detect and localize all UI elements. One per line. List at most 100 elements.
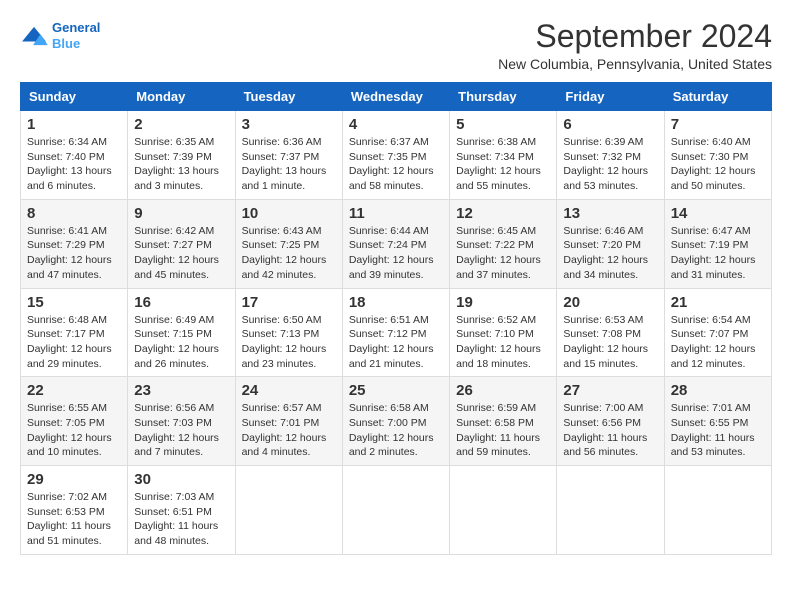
- day-info: Sunrise: 6:52 AMSunset: 7:10 PMDaylight:…: [456, 313, 550, 372]
- header-friday: Friday: [557, 83, 664, 111]
- day-info: Sunrise: 6:40 AMSunset: 7:30 PMDaylight:…: [671, 135, 765, 194]
- day-number: 24: [242, 382, 336, 399]
- day-cell: 16 Sunrise: 6:49 AMSunset: 7:15 PMDayligh…: [128, 288, 235, 377]
- day-info: Sunrise: 7:02 AMSunset: 6:53 PMDaylight:…: [27, 490, 121, 549]
- day-cell: 23 Sunrise: 6:56 AMSunset: 7:03 PMDayligh…: [128, 377, 235, 466]
- day-number: 6: [563, 116, 657, 133]
- day-info: Sunrise: 7:03 AMSunset: 6:51 PMDaylight:…: [134, 490, 228, 549]
- day-info: Sunrise: 6:48 AMSunset: 7:17 PMDaylight:…: [27, 313, 121, 372]
- day-number: 12: [456, 205, 550, 222]
- header-sunday: Sunday: [21, 83, 128, 111]
- day-number: 26: [456, 382, 550, 399]
- day-info: Sunrise: 6:55 AMSunset: 7:05 PMDaylight:…: [27, 401, 121, 460]
- day-info: Sunrise: 6:45 AMSunset: 7:22 PMDaylight:…: [456, 224, 550, 283]
- day-info: Sunrise: 6:53 AMSunset: 7:08 PMDaylight:…: [563, 313, 657, 372]
- day-cell: 30 Sunrise: 7:03 AMSunset: 6:51 PMDayligh…: [128, 466, 235, 555]
- logo-line2: Blue: [52, 36, 80, 51]
- day-number: 29: [27, 471, 121, 488]
- logo: General Blue: [20, 20, 100, 51]
- day-info: Sunrise: 6:47 AMSunset: 7:19 PMDaylight:…: [671, 224, 765, 283]
- week-row-5: 29 Sunrise: 7:02 AMSunset: 6:53 PMDayligh…: [21, 466, 772, 555]
- day-number: 8: [27, 205, 121, 222]
- day-number: 4: [349, 116, 443, 133]
- day-cell: 18Sunrise: 6:51 AMSunset: 7:12 PMDayligh…: [342, 288, 449, 377]
- day-number: 16: [134, 294, 228, 311]
- day-cell: [664, 466, 771, 555]
- day-number: 9: [134, 205, 228, 222]
- header-tuesday: Tuesday: [235, 83, 342, 111]
- day-number: 19: [456, 294, 550, 311]
- day-cell: 22Sunrise: 6:55 AMSunset: 7:05 PMDayligh…: [21, 377, 128, 466]
- day-cell: 11 Sunrise: 6:44 AMSunset: 7:24 PMDayligh…: [342, 199, 449, 288]
- day-cell: 25 Sunrise: 6:58 AMSunset: 7:00 PMDayligh…: [342, 377, 449, 466]
- day-cell: 8 Sunrise: 6:41 AMSunset: 7:29 PMDaylight…: [21, 199, 128, 288]
- day-cell: [342, 466, 449, 555]
- day-info: Sunrise: 6:38 AMSunset: 7:34 PMDaylight:…: [456, 135, 550, 194]
- week-row-4: 22Sunrise: 6:55 AMSunset: 7:05 PMDayligh…: [21, 377, 772, 466]
- day-cell: 5Sunrise: 6:38 AMSunset: 7:34 PMDaylight…: [450, 111, 557, 200]
- day-info: Sunrise: 6:42 AMSunset: 7:27 PMDaylight:…: [134, 224, 228, 283]
- location-title: New Columbia, Pennsylvania, United State…: [498, 56, 772, 72]
- day-info: Sunrise: 6:44 AMSunset: 7:24 PMDaylight:…: [349, 224, 443, 283]
- day-cell: 12 Sunrise: 6:45 AMSunset: 7:22 PMDayligh…: [450, 199, 557, 288]
- day-cell: 4 Sunrise: 6:37 AMSunset: 7:35 PMDaylight…: [342, 111, 449, 200]
- day-cell: 3 Sunrise: 6:36 AMSunset: 7:37 PMDaylight…: [235, 111, 342, 200]
- day-cell: 14 Sunrise: 6:47 AMSunset: 7:19 PMDayligh…: [664, 199, 771, 288]
- day-info: Sunrise: 6:56 AMSunset: 7:03 PMDaylight:…: [134, 401, 228, 460]
- day-number: 11: [349, 205, 443, 222]
- day-cell: 15 Sunrise: 6:48 AMSunset: 7:17 PMDayligh…: [21, 288, 128, 377]
- day-number: 17: [242, 294, 336, 311]
- day-info: Sunrise: 6:39 AMSunset: 7:32 PMDaylight:…: [563, 135, 657, 194]
- title-section: September 2024 New Columbia, Pennsylvani…: [498, 20, 772, 72]
- day-info: Sunrise: 6:34 AMSunset: 7:40 PMDaylight:…: [27, 135, 121, 194]
- day-info: Sunrise: 6:58 AMSunset: 7:00 PMDaylight:…: [349, 401, 443, 460]
- day-cell: 1 Sunrise: 6:34 AMSunset: 7:40 PMDaylight…: [21, 111, 128, 200]
- day-cell: 19 Sunrise: 6:52 AMSunset: 7:10 PMDayligh…: [450, 288, 557, 377]
- day-cell: [557, 466, 664, 555]
- header-monday: Monday: [128, 83, 235, 111]
- day-info: Sunrise: 7:00 AMSunset: 6:56 PMDaylight:…: [563, 401, 657, 460]
- day-number: 27: [563, 382, 657, 399]
- month-title: September 2024: [498, 20, 772, 52]
- day-cell: 17 Sunrise: 6:50 AMSunset: 7:13 PMDayligh…: [235, 288, 342, 377]
- day-info: Sunrise: 6:49 AMSunset: 7:15 PMDaylight:…: [134, 313, 228, 372]
- day-info: Sunrise: 6:54 AMSunset: 7:07 PMDaylight:…: [671, 313, 765, 372]
- header-thursday: Thursday: [450, 83, 557, 111]
- day-number: 3: [242, 116, 336, 133]
- day-cell: 28 Sunrise: 7:01 AMSunset: 6:55 PMDayligh…: [664, 377, 771, 466]
- day-cell: 24Sunrise: 6:57 AMSunset: 7:01 PMDayligh…: [235, 377, 342, 466]
- day-info: Sunrise: 6:59 AMSunset: 6:58 PMDaylight:…: [456, 401, 550, 460]
- week-row-1: 1 Sunrise: 6:34 AMSunset: 7:40 PMDaylight…: [21, 111, 772, 200]
- week-row-2: 8 Sunrise: 6:41 AMSunset: 7:29 PMDaylight…: [21, 199, 772, 288]
- day-info: Sunrise: 7:01 AMSunset: 6:55 PMDaylight:…: [671, 401, 765, 460]
- day-cell: 13 Sunrise: 6:46 AMSunset: 7:20 PMDayligh…: [557, 199, 664, 288]
- day-number: 30: [134, 471, 228, 488]
- day-info: Sunrise: 6:37 AMSunset: 7:35 PMDaylight:…: [349, 135, 443, 194]
- day-number: 25: [349, 382, 443, 399]
- day-number: 10: [242, 205, 336, 222]
- day-cell: 10 Sunrise: 6:43 AMSunset: 7:25 PMDayligh…: [235, 199, 342, 288]
- day-number: 14: [671, 205, 765, 222]
- day-number: 13: [563, 205, 657, 222]
- day-info: Sunrise: 6:41 AMSunset: 7:29 PMDaylight:…: [27, 224, 121, 283]
- day-number: 1: [27, 116, 121, 133]
- day-cell: [235, 466, 342, 555]
- day-cell: 9 Sunrise: 6:42 AMSunset: 7:27 PMDaylight…: [128, 199, 235, 288]
- day-info: Sunrise: 6:36 AMSunset: 7:37 PMDaylight:…: [242, 135, 336, 194]
- day-number: 28: [671, 382, 765, 399]
- day-info: Sunrise: 6:50 AMSunset: 7:13 PMDaylight:…: [242, 313, 336, 372]
- week-row-3: 15 Sunrise: 6:48 AMSunset: 7:17 PMDayligh…: [21, 288, 772, 377]
- calendar-table: SundayMondayTuesdayWednesdayThursdayFrid…: [20, 82, 772, 555]
- day-number: 18: [349, 294, 443, 311]
- day-number: 23: [134, 382, 228, 399]
- day-cell: 21 Sunrise: 6:54 AMSunset: 7:07 PMDayligh…: [664, 288, 771, 377]
- header-wednesday: Wednesday: [342, 83, 449, 111]
- day-cell: 7 Sunrise: 6:40 AMSunset: 7:30 PMDaylight…: [664, 111, 771, 200]
- day-number: 15: [27, 294, 121, 311]
- day-info: Sunrise: 6:46 AMSunset: 7:20 PMDaylight:…: [563, 224, 657, 283]
- day-number: 21: [671, 294, 765, 311]
- day-number: 7: [671, 116, 765, 133]
- day-number: 20: [563, 294, 657, 311]
- logo-line1: General: [52, 20, 100, 35]
- day-info: Sunrise: 6:43 AMSunset: 7:25 PMDaylight:…: [242, 224, 336, 283]
